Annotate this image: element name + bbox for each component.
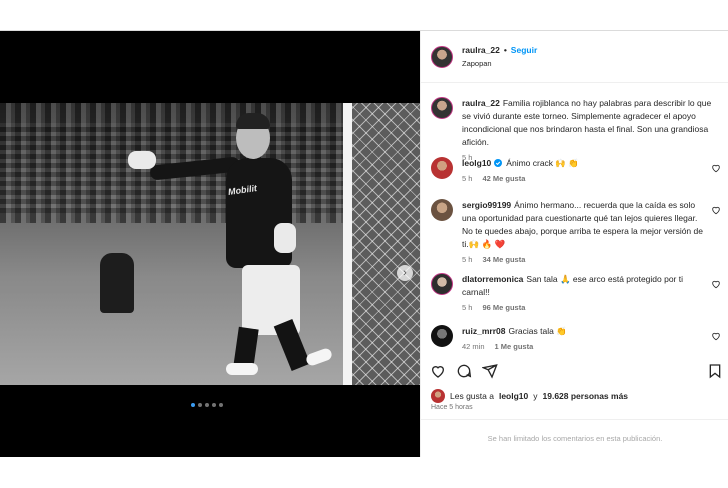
bookmark-icon[interactable] bbox=[707, 363, 723, 379]
post-header: raulra_22 • Seguir Zapopan bbox=[421, 31, 728, 83]
photo-keeper-glove bbox=[128, 151, 156, 169]
likes-middle: y bbox=[533, 391, 538, 401]
post-photo[interactable]: Mobilit bbox=[0, 103, 420, 385]
heart-icon[interactable] bbox=[711, 205, 721, 215]
post-actions bbox=[421, 363, 728, 387]
carousel-dot bbox=[212, 403, 216, 407]
comment-time: 5 h bbox=[462, 303, 473, 312]
post-timestamp[interactable]: Hace 5 horas bbox=[431, 404, 473, 411]
heart-icon[interactable] bbox=[711, 331, 721, 341]
comment-time: 42 min bbox=[462, 342, 485, 351]
carousel-dot bbox=[198, 403, 202, 407]
comment-time: 5 h bbox=[462, 174, 473, 183]
photo-goal-net bbox=[350, 103, 420, 385]
comment-text: Gracias tala 👏 bbox=[508, 326, 567, 336]
comment-time: 5 h bbox=[462, 255, 473, 264]
post-sidebar: raulra_22 • Seguir Zapopan raulra_22 Fami… bbox=[420, 31, 728, 457]
comment-username[interactable]: sergio99199 bbox=[462, 200, 511, 210]
caption-username[interactable]: raulra_22 bbox=[462, 98, 500, 108]
likes-count[interactable]: 19.628 personas más bbox=[543, 391, 629, 401]
avatar[interactable] bbox=[431, 199, 453, 221]
likes-user[interactable]: leolg10 bbox=[499, 391, 528, 401]
heart-icon[interactable] bbox=[711, 163, 721, 173]
avatar[interactable] bbox=[431, 97, 453, 119]
comment-item: ruiz_mrr08 Gracias tala 👏 42 min 1 Me gus… bbox=[431, 325, 728, 351]
comment-username[interactable]: dlatorremonica bbox=[462, 274, 523, 284]
follow-button[interactable]: Seguir bbox=[511, 45, 537, 55]
photo-goal-post bbox=[343, 103, 352, 385]
post-username[interactable]: raulra_22 bbox=[462, 45, 500, 55]
avatar[interactable] bbox=[431, 157, 453, 179]
avatar[interactable] bbox=[431, 389, 445, 403]
photo-background-person bbox=[100, 253, 134, 313]
avatar[interactable] bbox=[431, 273, 453, 295]
post-media: Mobilit › bbox=[0, 31, 420, 457]
comment-username[interactable]: leolg10 bbox=[462, 158, 491, 168]
comment-text: Ánimo crack 🙌 👏 bbox=[506, 158, 579, 168]
likes-summary: Les gusta a leolg10 y 19.628 personas má… bbox=[431, 389, 628, 403]
heart-icon[interactable] bbox=[430, 363, 446, 379]
avatar[interactable] bbox=[431, 325, 453, 347]
post-location[interactable]: Zapopan bbox=[462, 59, 537, 68]
avatar[interactable] bbox=[431, 45, 453, 68]
post-caption: raulra_22 Familia rojiblanca no hay palab… bbox=[431, 97, 718, 162]
comment-item: leolg10 Ánimo crack 🙌 👏 5 h 42 Me gusta bbox=[431, 157, 728, 183]
carousel-dot-active bbox=[191, 403, 195, 407]
photo-keeper-glove-2 bbox=[274, 223, 296, 253]
photo-keeper-boot-left bbox=[226, 363, 258, 375]
carousel-dot bbox=[205, 403, 209, 407]
comment-likes[interactable]: 42 Me gusta bbox=[482, 174, 525, 183]
heart-icon[interactable] bbox=[711, 279, 721, 289]
chevron-right-icon[interactable]: › bbox=[397, 265, 413, 281]
comment-likes[interactable]: 96 Me gusta bbox=[482, 303, 525, 312]
send-icon[interactable] bbox=[482, 363, 498, 379]
likes-prefix: Les gusta a bbox=[450, 391, 494, 401]
post-modal: Mobilit › raulra_22 • Seguir Zapopan rau… bbox=[0, 30, 728, 457]
comment-username[interactable]: ruiz_mrr08 bbox=[462, 326, 505, 336]
comment-item: sergio99199 Ánimo hermano... recuerda que… bbox=[431, 199, 728, 264]
carousel-indicator bbox=[191, 403, 223, 407]
photo-keeper-hair bbox=[236, 113, 270, 129]
comments-limited-notice: Se han limitado los comentarios en esta … bbox=[421, 419, 728, 457]
comment-likes[interactable]: 34 Me gusta bbox=[482, 255, 525, 264]
comment-item: dlatorremonica San tala 🙏 ese arco está p… bbox=[431, 273, 728, 312]
comment-likes[interactable]: 1 Me gusta bbox=[495, 342, 534, 351]
verified-badge-icon bbox=[494, 159, 503, 167]
carousel-dot bbox=[219, 403, 223, 407]
comment-icon[interactable] bbox=[456, 363, 472, 379]
